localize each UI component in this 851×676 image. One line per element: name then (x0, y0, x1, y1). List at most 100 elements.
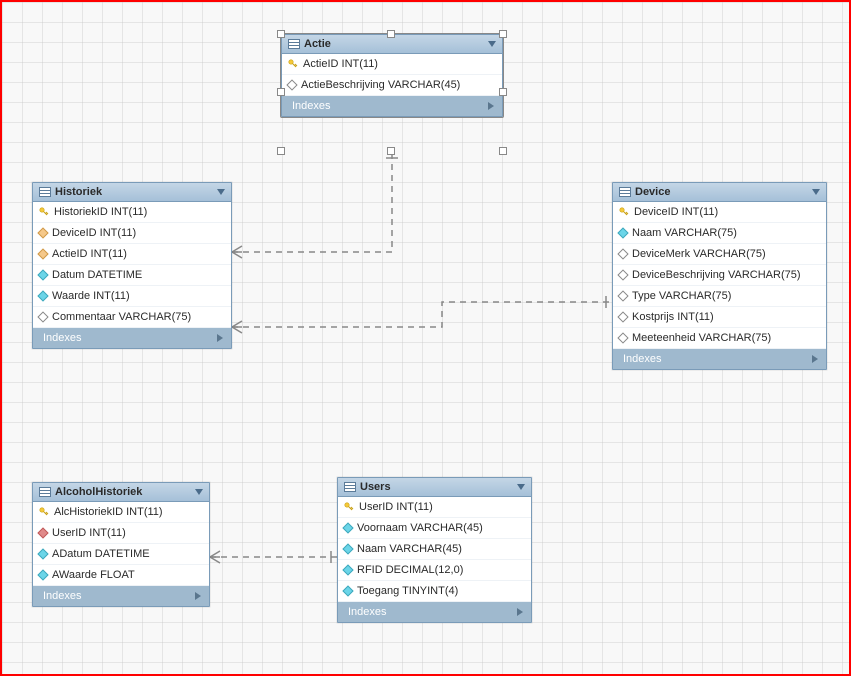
column-row[interactable]: UserID INT(11) (33, 523, 209, 544)
table-header[interactable]: Historiek (33, 183, 231, 202)
column-text: Naam VARCHAR(75) (632, 227, 737, 239)
column-text: HistoriekID INT(11) (54, 206, 147, 218)
indexes-label: Indexes (348, 606, 387, 618)
column-icon (617, 269, 628, 280)
collapse-icon[interactable] (517, 484, 525, 490)
collapse-icon[interactable] (812, 189, 820, 195)
resize-handle-ne[interactable] (499, 30, 507, 38)
resize-handle-s[interactable] (387, 147, 395, 155)
table-header[interactable]: AlcoholHistoriek (33, 483, 209, 502)
column-row[interactable]: Naam VARCHAR(75) (613, 223, 826, 244)
column-text: Toegang TINYINT(4) (357, 585, 458, 597)
column-row[interactable]: HistoriekID INT(11) (33, 202, 231, 223)
column-row[interactable]: DeviceBeschrijving VARCHAR(75) (613, 265, 826, 286)
table-historiek[interactable]: Historiek HistoriekID INT(11) DeviceID I… (32, 182, 232, 349)
column-row[interactable]: UserID INT(11) (338, 497, 531, 518)
indexes-section[interactable]: Indexes (338, 602, 531, 622)
column-icon (617, 311, 628, 322)
column-icon (37, 269, 48, 280)
primary-key-icon (288, 59, 298, 69)
table-users[interactable]: Users UserID INT(11) Voornaam VARCHAR(45… (337, 477, 532, 623)
table-icon (288, 39, 300, 49)
resize-handle-w[interactable] (277, 88, 285, 96)
column-icon (286, 79, 297, 90)
primary-key-icon (619, 207, 629, 217)
fk-icon (37, 227, 48, 238)
table-actie[interactable]: Actie ActieID INT(11) ActieBeschrijving … (281, 34, 503, 117)
column-icon (37, 290, 48, 301)
resize-handle-n[interactable] (387, 30, 395, 38)
column-row[interactable]: ADatum DATETIME (33, 544, 209, 565)
erd-canvas[interactable]: Actie ActieID INT(11) ActieBeschrijving … (0, 0, 851, 676)
column-row[interactable]: RFID DECIMAL(12,0) (338, 560, 531, 581)
column-row[interactable]: Commentaar VARCHAR(75) (33, 307, 231, 328)
column-row[interactable]: AlcHistoriekID INT(11) (33, 502, 209, 523)
indexes-label: Indexes (43, 590, 82, 602)
column-row[interactable]: Type VARCHAR(75) (613, 286, 826, 307)
table-device[interactable]: Device DeviceID INT(11) Naam VARCHAR(75)… (612, 182, 827, 370)
primary-key-icon (39, 507, 49, 517)
column-row[interactable]: Datum DATETIME (33, 265, 231, 286)
column-text: AWaarde FLOAT (52, 569, 135, 581)
column-icon (342, 564, 353, 575)
column-icon (342, 543, 353, 554)
resize-handle-e[interactable] (499, 88, 507, 96)
column-text: RFID DECIMAL(12,0) (357, 564, 463, 576)
column-row[interactable]: ActieID INT(11) (282, 54, 502, 75)
indexes-section[interactable]: Indexes (33, 328, 231, 348)
table-title: Actie (304, 38, 484, 50)
column-row[interactable]: AWaarde FLOAT (33, 565, 209, 586)
resize-handle-sw[interactable] (277, 147, 285, 155)
expand-icon (812, 355, 818, 363)
column-text: Commentaar VARCHAR(75) (52, 311, 191, 323)
indexes-section[interactable]: Indexes (33, 586, 209, 606)
column-icon (617, 290, 628, 301)
primary-key-icon (39, 207, 49, 217)
column-row[interactable]: Waarde INT(11) (33, 286, 231, 307)
collapse-icon[interactable] (217, 189, 225, 195)
column-text: ActieID INT(11) (52, 248, 127, 260)
column-icon (342, 585, 353, 596)
column-row[interactable]: Kostprijs INT(11) (613, 307, 826, 328)
column-icon (37, 569, 48, 580)
column-row[interactable]: ActieBeschrijving VARCHAR(45) (282, 75, 502, 96)
resize-handle-se[interactable] (499, 147, 507, 155)
column-text: AlcHistoriekID INT(11) (54, 506, 163, 518)
collapse-icon[interactable] (195, 489, 203, 495)
column-icon (342, 522, 353, 533)
collapse-icon[interactable] (488, 41, 496, 47)
indexes-label: Indexes (623, 353, 662, 365)
column-text: DeviceID INT(11) (634, 206, 718, 218)
column-icon (617, 227, 628, 238)
column-text: UserID INT(11) (52, 527, 126, 539)
fk-icon (37, 527, 48, 538)
column-row[interactable]: DeviceID INT(11) (613, 202, 826, 223)
column-text: UserID INT(11) (359, 501, 433, 513)
column-text: DeviceBeschrijving VARCHAR(75) (632, 269, 801, 281)
table-title: Historiek (55, 186, 213, 198)
expand-icon (217, 334, 223, 342)
resize-handle-nw[interactable] (277, 30, 285, 38)
table-icon (619, 187, 631, 197)
column-text: Type VARCHAR(75) (632, 290, 731, 302)
indexes-label: Indexes (43, 332, 82, 344)
column-text: Voornaam VARCHAR(45) (357, 522, 483, 534)
column-row[interactable]: DeviceMerk VARCHAR(75) (613, 244, 826, 265)
column-row[interactable]: Toegang TINYINT(4) (338, 581, 531, 602)
column-row[interactable]: DeviceID INT(11) (33, 223, 231, 244)
expand-icon (195, 592, 201, 600)
table-title: Device (635, 186, 808, 198)
column-row[interactable]: Meeteenheid VARCHAR(75) (613, 328, 826, 349)
indexes-section[interactable]: Indexes (613, 349, 826, 369)
column-row[interactable]: Voornaam VARCHAR(45) (338, 518, 531, 539)
column-row[interactable]: ActieID INT(11) (33, 244, 231, 265)
indexes-section[interactable]: Indexes (282, 96, 502, 116)
column-row[interactable]: Naam VARCHAR(45) (338, 539, 531, 560)
table-title: AlcoholHistoriek (55, 486, 191, 498)
column-text: DeviceID INT(11) (52, 227, 136, 239)
table-title: Users (360, 481, 513, 493)
table-alcoholhistoriek[interactable]: AlcoholHistoriek AlcHistoriekID INT(11) … (32, 482, 210, 607)
column-text: Waarde INT(11) (52, 290, 130, 302)
table-header[interactable]: Users (338, 478, 531, 497)
table-header[interactable]: Device (613, 183, 826, 202)
